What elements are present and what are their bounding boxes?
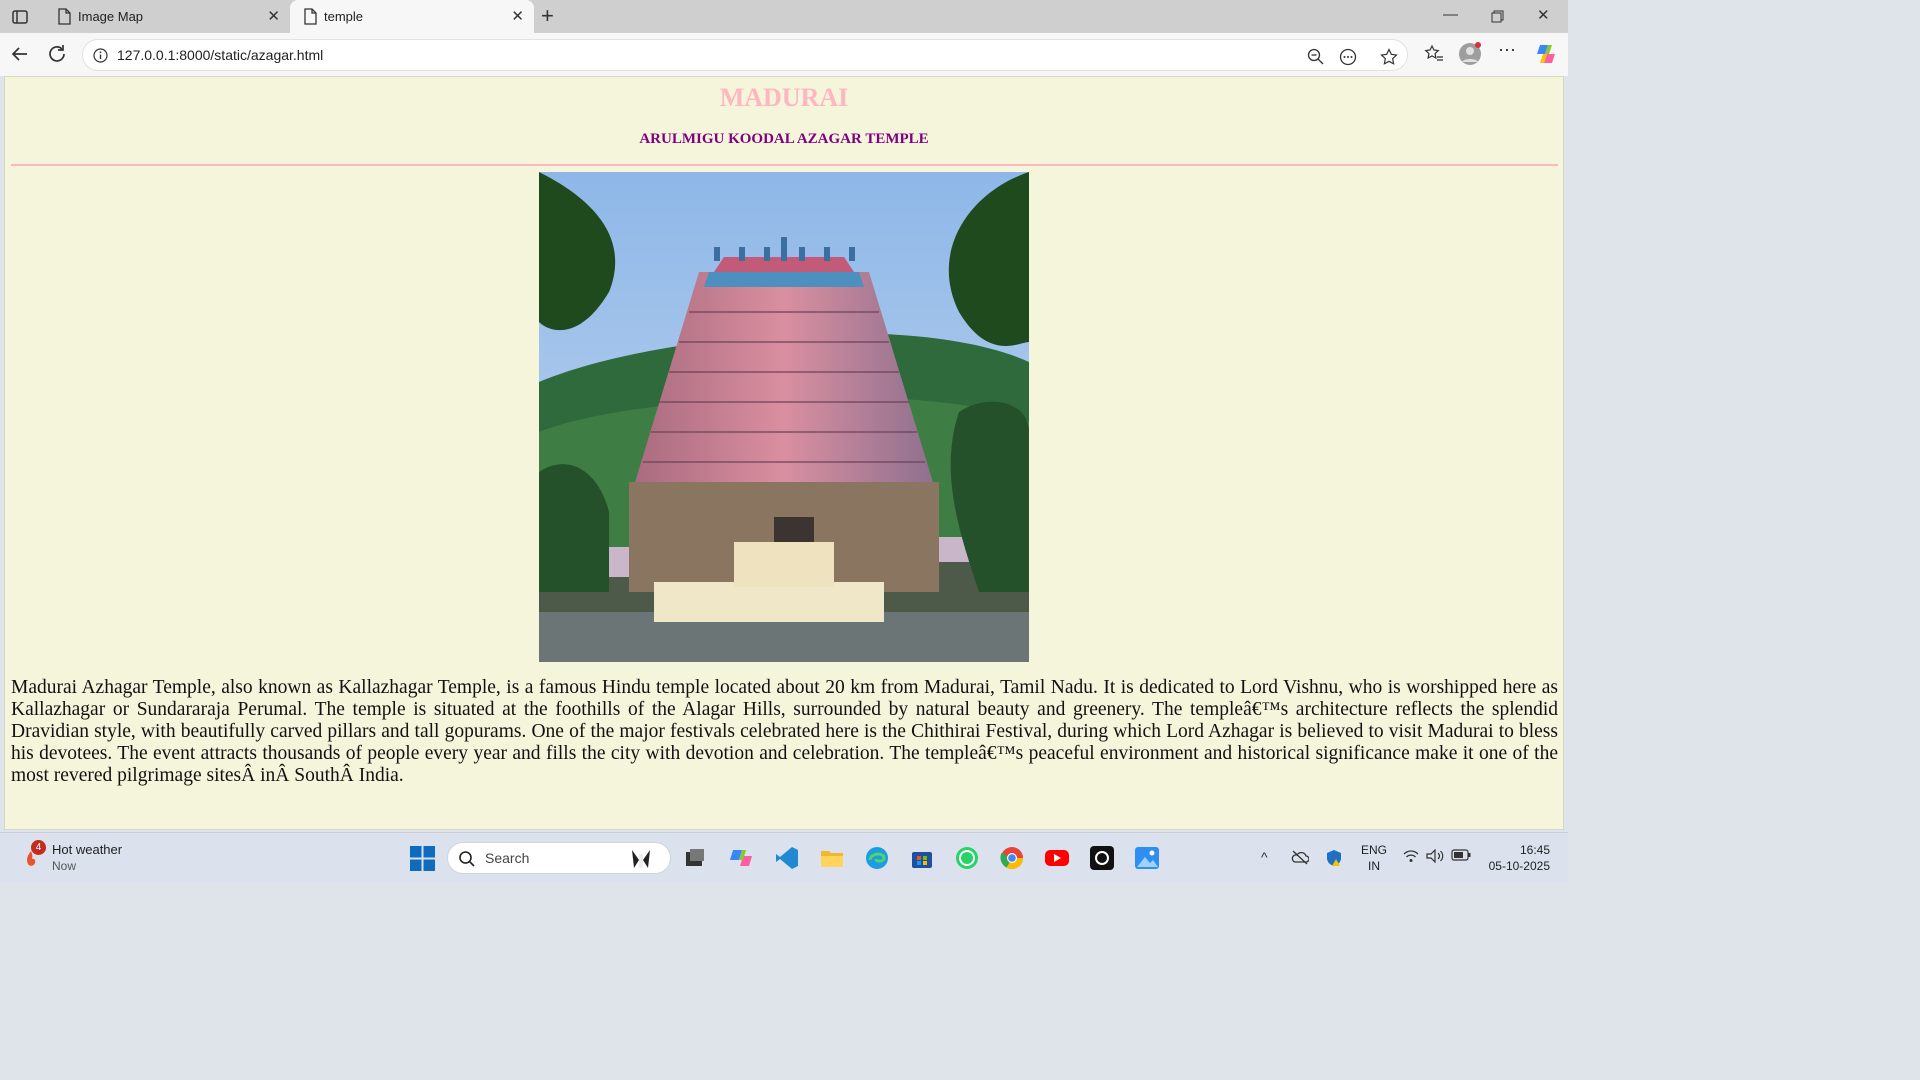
refresh-icon[interactable] xyxy=(45,42,69,66)
edge-icon[interactable] xyxy=(864,845,890,871)
window-close-icon[interactable]: ✕ xyxy=(1537,6,1550,24)
temple-description: Madurai Azhagar Temple, also known as Ka… xyxy=(11,677,1558,786)
profile-avatar[interactable] xyxy=(1458,42,1482,66)
url-text: 127.0.0.1:8000/static/azagar.html xyxy=(117,47,324,63)
taskbar-search[interactable]: Search xyxy=(447,842,671,874)
copilot-app-icon[interactable] xyxy=(728,845,754,871)
search-highlight-icon xyxy=(632,850,650,868)
site-info-icon[interactable] xyxy=(93,48,108,63)
microsoft-store-icon[interactable] xyxy=(909,845,935,871)
horizontal-rule xyxy=(11,164,1558,166)
language-line-2: IN xyxy=(1368,859,1380,873)
address-bar[interactable]: 127.0.0.1:8000/static/azagar.html xyxy=(82,39,1408,71)
more-options-icon[interactable]: ⋯ xyxy=(1498,40,1516,61)
address-toolbar: 127.0.0.1:8000/static/azagar.html ⋯ xyxy=(0,33,1568,76)
restore-icon[interactable] xyxy=(1491,10,1504,23)
temple-image xyxy=(539,172,1029,662)
page-subtitle: ARULMIGU KOODAL AZAGAR TEMPLE xyxy=(639,131,929,147)
wifi-icon[interactable] xyxy=(1403,849,1419,863)
zoom-out-icon[interactable] xyxy=(1307,48,1324,65)
minimize-icon[interactable]: — xyxy=(1443,6,1458,23)
close-icon[interactable]: ✕ xyxy=(267,7,280,25)
weather-subtitle: Now xyxy=(52,859,77,873)
notification-badge: 4 xyxy=(31,840,46,855)
input-language[interactable]: ENG IN xyxy=(1361,842,1387,874)
youtube-icon[interactable] xyxy=(1044,845,1070,871)
chrome-icon[interactable] xyxy=(999,845,1025,871)
favorites-icon[interactable] xyxy=(1424,44,1444,64)
tab-label: Image Map xyxy=(78,9,144,24)
photos-icon[interactable] xyxy=(1134,845,1160,871)
back-icon[interactable] xyxy=(8,42,32,66)
search-icon xyxy=(459,851,475,867)
weather-title[interactable]: Hot weather xyxy=(52,842,122,857)
tab-label: temple xyxy=(324,9,364,24)
clock-time: 16:45 xyxy=(1519,843,1550,857)
clock-date: 05-10-2025 xyxy=(1488,859,1550,873)
tab-image-map[interactable]: Image Map ✕ xyxy=(44,0,290,33)
volume-icon[interactable] xyxy=(1426,849,1444,863)
page-title: MADURAI xyxy=(719,83,849,112)
search-label: Search xyxy=(485,850,530,866)
github-icon[interactable] xyxy=(1089,845,1115,871)
clock[interactable]: 16:45 05-10-2025 xyxy=(1480,842,1550,874)
show-hidden-icons-icon[interactable]: ^ xyxy=(1261,849,1268,865)
close-icon[interactable]: ✕ xyxy=(511,7,524,25)
battery-icon[interactable] xyxy=(1451,849,1471,861)
security-shield-icon[interactable] xyxy=(1325,849,1343,867)
tab-temple[interactable]: temple ✕ xyxy=(290,0,534,33)
file-explorer-icon[interactable] xyxy=(819,845,845,871)
page-icon xyxy=(304,8,317,25)
whatsapp-icon[interactable] xyxy=(954,845,980,871)
copilot-icon[interactable] xyxy=(1534,42,1558,66)
new-tab-button[interactable]: + xyxy=(541,3,554,29)
page-icon xyxy=(58,8,71,25)
sidebar-toggle-icon[interactable] xyxy=(10,7,30,27)
windows-start-icon[interactable] xyxy=(410,846,435,871)
vscode-icon[interactable] xyxy=(774,845,800,871)
page-viewport: MADURAI ARULMIGU KOODAL AZAGAR TEMPLE Ma… xyxy=(4,76,1564,830)
language-line-1: ENG xyxy=(1361,843,1388,857)
task-view-icon[interactable] xyxy=(682,845,708,871)
tab-strip: Image Map ✕ temple ✕ + — ✕ xyxy=(0,0,1568,33)
read-aloud-icon[interactable] xyxy=(1339,48,1357,66)
taskbar: 4 Hot weather Now Search ^ ENG IN 16:45 … xyxy=(0,832,1568,883)
onedrive-icon[interactable] xyxy=(1291,849,1309,865)
favorite-star-icon[interactable] xyxy=(1380,48,1398,66)
